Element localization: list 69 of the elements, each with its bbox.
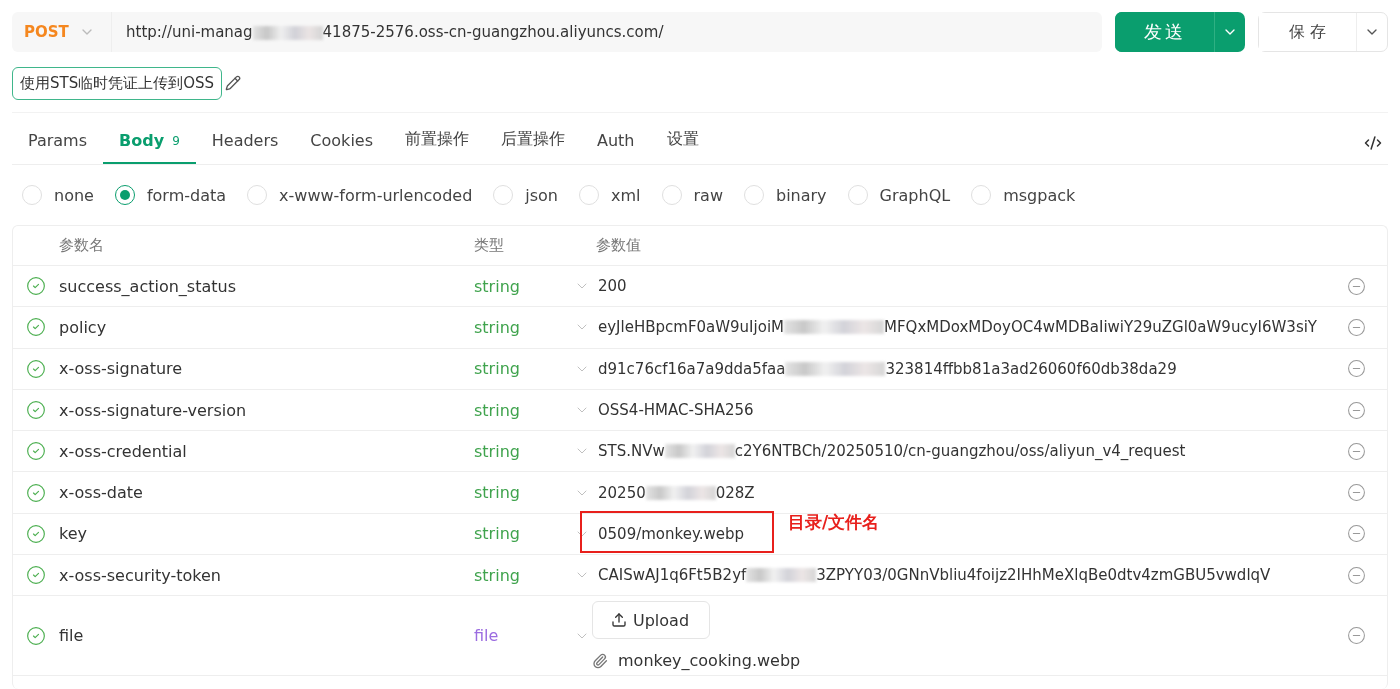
param-value: eyJleHBpcmF0aW9uIjoiM [598, 318, 784, 337]
param-type[interactable]: string [474, 400, 574, 420]
radio-label: x-www-form-urlencoded [279, 185, 473, 205]
file-name: monkey_cooking.webp [618, 651, 801, 671]
param-name: x-oss-security-token [59, 565, 222, 585]
upload-icon [611, 612, 627, 629]
param-value: 028Z [715, 483, 755, 502]
tab[interactable]: Cookies [294, 127, 389, 164]
redaction-blur [746, 568, 817, 583]
column-header: 参数值 [596, 236, 642, 255]
param-value: 200 [598, 277, 627, 296]
param-value: 3ZPYY03/0GNnVbliu4foijz2IHhMeXlqBe0dtv4zmGBU5vwdlqV [816, 566, 1271, 585]
method-dropdown[interactable]: POST [12, 12, 112, 52]
redaction-blur [645, 485, 716, 500]
tab[interactable]: Body 9 [103, 127, 196, 164]
param-value: OSS4-HMAC-SHA256 [598, 401, 754, 420]
redaction-blur [252, 25, 323, 40]
param-value: MFQxMDoxMDoyOC4wMDBaIiwiY29uZGl0aW9ucyI6W3siY [884, 318, 1318, 337]
tab[interactable]: 前置操作 [389, 125, 485, 164]
count-label: 9 [172, 133, 180, 148]
radio-label: binary [776, 185, 827, 205]
url-bar[interactable]: POST http://uni-manag 41875-2576.oss-cn-guangzhou.aliyuncs.com/ [12, 12, 1102, 52]
param-name: file [59, 626, 85, 646]
param-name: x-oss-signature-version [59, 400, 248, 420]
param-name: success_action_status [59, 276, 237, 296]
param-type[interactable]: string [474, 276, 574, 296]
param-type[interactable]: string [474, 483, 574, 503]
param-type[interactable]: string [474, 317, 574, 337]
column-header: 类型 [474, 236, 505, 255]
param-value: 0509/monkey.webp [598, 524, 744, 543]
param-name: x-oss-date [59, 483, 144, 503]
param-type[interactable]: string [474, 441, 574, 461]
param-value: d91c76cf16a7a9dda5faa [598, 359, 786, 378]
tab[interactable]: 后置操作 [485, 125, 581, 164]
upload-button[interactable]: Upload [592, 601, 710, 640]
radio-label: none [54, 185, 94, 205]
column-header: 参数名 [59, 236, 105, 255]
param-value: c2Y6NTBCh/20250510/cn-guangzhou/oss/aliyun_v4_request [734, 442, 1186, 461]
redaction-blur [664, 444, 735, 459]
param-value: 323814ffbb81a3ad26060f60db38da29 [885, 359, 1177, 378]
paperclip-icon [592, 652, 608, 669]
request-name[interactable]: 使用STS临时凭证上传到OSS [12, 66, 223, 100]
param-name: x-oss-credential [59, 441, 188, 461]
tab[interactable]: Headers [195, 127, 295, 164]
tab[interactable]: Auth [581, 127, 651, 164]
param-type[interactable]: string [474, 359, 574, 379]
radio-label: GraphQL [879, 185, 951, 205]
param-type[interactable]: string [474, 524, 574, 544]
param-value: 20250 [598, 483, 646, 502]
tab[interactable]: Params [12, 127, 104, 164]
radio-label: raw [693, 185, 723, 205]
radio-label: json [525, 185, 558, 205]
param-name: x-oss-signature [59, 359, 184, 379]
param-name: key [59, 524, 88, 544]
save-button[interactable]: 保 存 [1259, 13, 1357, 51]
url-text: 41875-2576.oss-cn-guangzhou.aliyuncs.com/ [322, 23, 664, 41]
annotation-text: 目录/文件名 [788, 510, 880, 534]
send-button[interactable]: 发送 [1115, 12, 1215, 52]
param-type[interactable]: string [474, 565, 574, 585]
param-value: CAISwAJ1q6Ft5B2yf [598, 566, 747, 585]
tab[interactable]: 设置 [650, 125, 715, 164]
radio-label: form-data [146, 185, 227, 205]
url-text: http://uni-manag [126, 23, 253, 41]
radio-label: msgpack [1003, 185, 1076, 205]
param-value: STS.NVw [598, 442, 665, 461]
param-name: policy [59, 317, 108, 337]
param-type[interactable]: file [474, 626, 574, 646]
pencil-icon[interactable] [225, 75, 242, 91]
radio-label: xml [611, 185, 641, 205]
